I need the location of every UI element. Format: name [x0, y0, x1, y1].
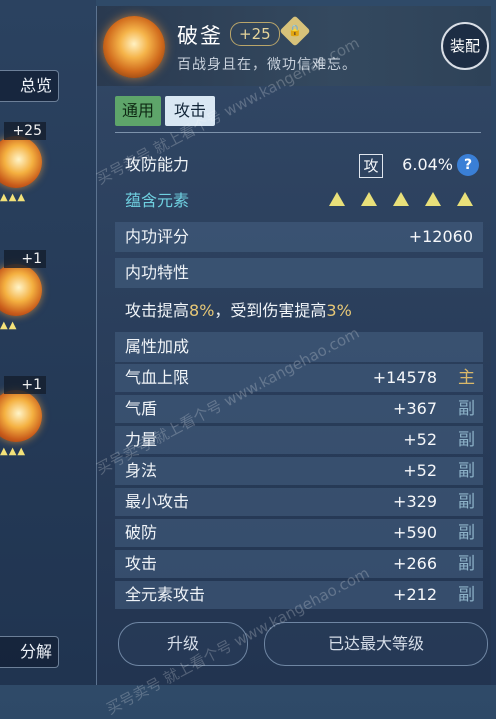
item-name: 破釜 [177, 24, 223, 48]
level-badge: +1 [4, 376, 46, 394]
attribute-value: +329 [393, 492, 437, 511]
attribute-name: 力量 [125, 430, 158, 449]
attribute-row: 攻击 +266 副 [115, 550, 483, 578]
overview-tab[interactable]: 总览 [0, 70, 59, 102]
left-sidebar: 总览 +25 ▲▲▲ +1 ▲▲ +1 ▲▲▲ 分解 [0, 0, 96, 685]
attack-defense-label: 攻防能力 [125, 155, 190, 174]
equipment-card-1[interactable]: +25 ▲▲▲ [0, 122, 46, 208]
attribute-row: 最小攻击 +329 副 [115, 488, 483, 516]
attribute-tag: 副 [458, 430, 475, 450]
attribute-row: 破防 +590 副 [115, 519, 483, 547]
attribute-name: 气盾 [125, 399, 158, 418]
element-marks: ▲▲ [0, 320, 18, 331]
decompose-button[interactable]: 分解 [0, 636, 59, 668]
attribute-value: +14578 [372, 368, 437, 387]
element-label: 蕴含元素 [125, 191, 190, 210]
inner-score-value: +12060 [408, 227, 473, 246]
attribute-value: +266 [393, 554, 437, 573]
element-marks: ▲▲▲ [0, 446, 27, 457]
attribute-name: 全元素攻击 [125, 585, 206, 604]
max-level-button[interactable]: 已达最大等级 [264, 622, 488, 666]
attributes-header: 属性加成 [115, 332, 483, 362]
attribute-value: +590 [393, 523, 437, 542]
item-level: +25 [230, 22, 280, 46]
attribute-tag: 副 [458, 492, 475, 512]
level-badge: +1 [4, 250, 46, 268]
attribute-value: +52 [403, 461, 437, 480]
inner-trait-description: 攻击提高8%，受到伤害提高3% [125, 301, 352, 320]
level-badge: +25 [4, 122, 46, 140]
attributes-label: 属性加成 [125, 337, 190, 356]
attribute-tag: 主 [458, 368, 475, 388]
element-triangle-icon [329, 192, 345, 206]
item-description: 百战身且在，微功信难忘。 [177, 57, 357, 73]
inner-trait-text: 攻击提高8%，受到伤害提高3% [115, 296, 483, 326]
attribute-value: +52 [403, 430, 437, 449]
attack-defense-value: 6.04% [402, 155, 453, 174]
inner-trait-header: 内功特性 [115, 258, 483, 288]
item-header: 破釜 +25 🔒 百战身且在，微功信难忘。 装配 [97, 6, 491, 86]
upgrade-button[interactable]: 升级 [118, 622, 248, 666]
element-triangle-icon [457, 192, 473, 206]
tab-general[interactable]: 通用 [115, 96, 161, 126]
equipment-icon [0, 390, 42, 442]
equipment-card-3[interactable]: +1 ▲▲▲ [0, 376, 46, 462]
attribute-tag: 副 [458, 554, 475, 574]
inner-score-row: 内功评分 +12060 [115, 222, 483, 252]
element-triangle-icon [425, 192, 441, 206]
attribute-row: 气血上限 +14578 主 [115, 364, 483, 392]
attribute-name: 攻击 [125, 554, 158, 573]
tab-attack[interactable]: 攻击 [165, 96, 215, 126]
inner-trait-label: 内功特性 [125, 263, 190, 282]
attribute-row: 全元素攻击 +212 副 [115, 581, 483, 609]
element-marks: ▲▲▲ [0, 192, 27, 203]
item-icon [103, 16, 165, 78]
element-row: 蕴含元素 [115, 186, 483, 216]
element-triangle-icon [393, 192, 409, 206]
attack-defense-row: 攻防能力 攻 6.04% ? [115, 150, 483, 180]
attribute-row: 力量 +52 副 [115, 426, 483, 454]
attribute-name: 最小攻击 [125, 492, 190, 511]
equipment-icon [0, 264, 42, 316]
equipment-card-2[interactable]: +1 ▲▲ [0, 250, 46, 336]
divider [115, 132, 481, 133]
attack-type-box: 攻 [359, 154, 383, 178]
help-icon[interactable]: ? [457, 154, 479, 176]
equipment-detail-panel: 破釜 +25 🔒 百战身且在，微功信难忘。 装配 通用 攻击 攻防能力 攻 6.… [96, 6, 491, 685]
lock-icon[interactable]: 🔒 [279, 15, 311, 47]
attribute-row: 身法 +52 副 [115, 457, 483, 485]
equipment-icon [0, 136, 42, 188]
attribute-name: 破防 [125, 523, 158, 542]
attribute-tag: 副 [458, 523, 475, 543]
inner-score-label: 内功评分 [125, 227, 190, 246]
attribute-tag: 副 [458, 461, 475, 481]
equip-button[interactable]: 装配 [441, 22, 489, 70]
attribute-value: +367 [393, 399, 437, 418]
attribute-tag: 副 [458, 585, 475, 605]
attribute-tag: 副 [458, 399, 475, 419]
attribute-name: 身法 [125, 461, 158, 480]
attribute-name: 气血上限 [125, 368, 190, 387]
attribute-value: +212 [393, 585, 437, 604]
element-triangle-icon [361, 192, 377, 206]
attribute-row: 气盾 +367 副 [115, 395, 483, 423]
